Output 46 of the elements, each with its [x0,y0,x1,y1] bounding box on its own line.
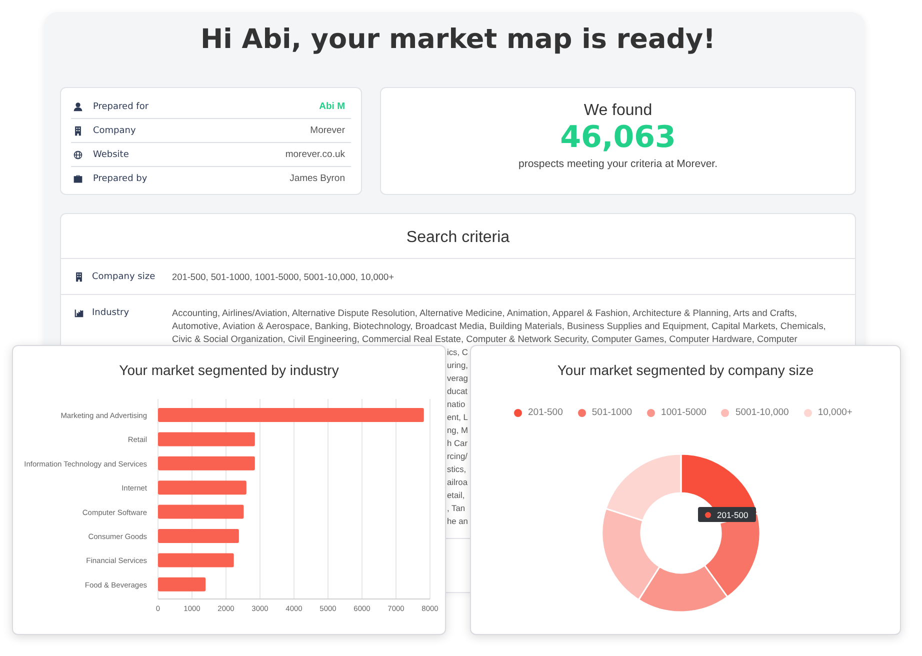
globe-icon [73,150,83,160]
results-caption: prospects meeting your criteria at Morever. [518,158,718,170]
criteria-value: Accounting, Airlines/Aviation, Alternative Dispute Resolution, Alternative Medicine, Animation, Apparel & Fashion, Architecture & Planning, Arts and Crafts, Automotive, Aviation & Aerospace, Banking, Biotechnology, Broadcast Media, Building Materials, Business Supplies and Equipment, Capital Markets, Chemicals, Civic & Social Organization, Civil Engineering, Commercial Real Estate, Computer & Network Security, Computer Games, Computer Hardware, Computer [172,307,827,346]
criteria-value: stics, [447,463,466,476]
field-value: Abi M [319,101,345,112]
criteria-value: uring, [447,359,468,372]
results-heading: We found [584,102,652,120]
field-label: Prepared by [93,174,148,184]
criteria-value: rcing/ [447,450,468,463]
legend-label: 501-1000 [592,407,632,418]
field-label: Website [93,150,130,160]
person-icon [73,102,83,112]
field-label: Company [93,126,137,136]
tooltip-label: 201-500 [717,510,748,520]
prospect-count: 46,063 [560,120,676,156]
page-title: Hi Abi, your market map is ready! [200,24,716,57]
field-label: Prepared for [93,102,150,112]
criteria-value: etail, [447,489,465,502]
criteria-value: ducat [447,385,468,398]
field-value: James Byron [290,173,345,184]
bar-chart-icon [74,308,84,318]
field-value: Morever [310,125,345,136]
building-icon [74,272,84,282]
legend-label: 10,000+ [818,407,852,418]
criteria-value: 201-500, 501-1000, 1001-5000, 5001-10,000, 10,000+ [172,271,395,284]
building-icon [73,126,83,136]
criteria-value: ics, C [447,346,468,359]
criteria-value: ng, M [447,424,468,437]
legend-label: 201-500 [528,407,563,418]
bar [158,577,206,592]
chart-title: Your market segmented by company size [556,361,815,380]
criteria-label: Industry [92,307,130,319]
legend-label: 5001-10,000 [735,407,789,418]
briefcase-icon [73,174,83,184]
criteria-value: ailroa [447,476,468,489]
criteria-value: he an [447,515,468,528]
criteria-value: verag [447,372,468,385]
criteria-value: h Car [447,437,468,450]
criteria-label: Company size [92,271,156,283]
legend-label: 1001-5000 [661,407,706,418]
criteria-value: ent, L [447,411,468,424]
criteria-value: natio [447,398,466,411]
criteria-value: , Tan [447,502,466,515]
section-title: Search criteria [61,214,855,259]
chart-title: Your market segmented by industry [118,361,340,380]
field-value: morever.co.uk [285,149,345,160]
